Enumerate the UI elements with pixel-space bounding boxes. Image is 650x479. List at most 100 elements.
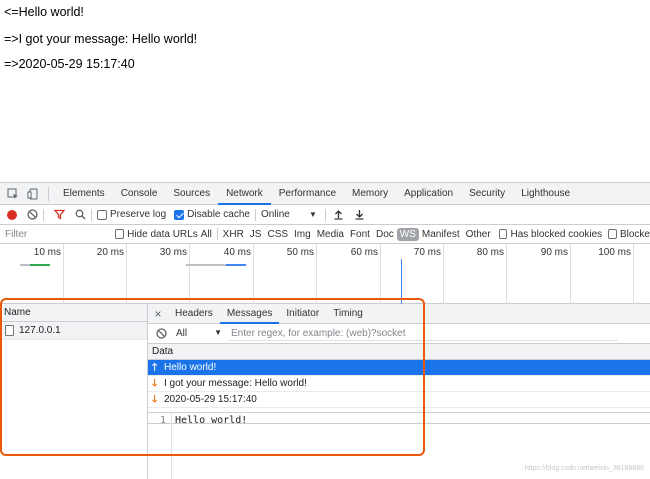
received-arrow-icon: 🡓 [152, 377, 158, 389]
blocked-requests-label: Blocke [619, 228, 650, 240]
timeline-request-waiting-bar [186, 264, 226, 266]
has-blocked-cookies-checkbox[interactable] [498, 229, 508, 239]
timeline-gridline [506, 244, 507, 304]
preview-line-number: 1 [148, 413, 172, 479]
message-row[interactable]: 🡓 I got your message: Hello world! [148, 376, 650, 392]
request-name: 127.0.0.1 [19, 325, 61, 336]
tab-timing[interactable]: Timing [326, 304, 370, 324]
filter-type-xhr[interactable]: XHR [220, 229, 247, 240]
request-detail-pane: × Headers Messages Initiator Timing All … [148, 304, 650, 479]
timeline-gridline [189, 244, 190, 304]
timeline-gridline [126, 244, 127, 304]
toolbar-divider [254, 208, 256, 221]
preserve-log-label: Preserve log [110, 209, 167, 220]
filter-type-ws[interactable]: WS [396, 227, 419, 241]
network-overview-timeline[interactable]: 10 ms 20 ms 30 ms 40 ms 50 ms 60 ms 70 m… [0, 244, 650, 304]
tabbar-divider [48, 186, 49, 201]
preview-text: Hello world! [175, 415, 248, 426]
sent-arrow-icon: 🡑 [152, 361, 158, 373]
hide-data-urls-checkbox[interactable] [115, 229, 125, 239]
filter-bar: Filter Hide data URLs All XHR JS CSS Img… [0, 225, 650, 244]
filter-type-js[interactable]: JS [247, 229, 265, 240]
request-row[interactable]: 127.0.0.1 [0, 322, 147, 340]
hide-data-urls-label: Hide data URLs [127, 228, 198, 240]
timeline-load-marker [401, 259, 402, 304]
disable-cache-checkbox[interactable] [174, 209, 185, 220]
filter-type-other[interactable]: Other [463, 229, 494, 240]
tab-headers[interactable]: Headers [168, 304, 220, 324]
timeline-label: 40 ms [223, 247, 251, 258]
disable-cache-label: Disable cache [187, 209, 250, 220]
filter-type-manifest[interactable]: Manifest [419, 229, 463, 240]
document-icon [5, 325, 14, 336]
tab-sources[interactable]: Sources [165, 183, 218, 205]
timeline-label: 100 ms [598, 247, 631, 258]
chevron-down-icon[interactable]: ▼ [309, 210, 317, 219]
watermark: https://blog.csdn.net/weixin_38188888 [524, 465, 644, 472]
filter-funnel-icon[interactable] [53, 209, 65, 221]
detail-tabbar: × Headers Messages Initiator Timing [148, 304, 650, 324]
filter-divider [216, 228, 218, 240]
timeline-label: 70 ms [413, 247, 441, 258]
chevron-down-icon: ▼ [214, 328, 222, 337]
timeline-label: 80 ms [476, 247, 504, 258]
import-har-icon[interactable] [333, 209, 345, 221]
toolbar-divider [91, 208, 92, 221]
inspect-element-icon[interactable] [6, 187, 20, 201]
tab-network[interactable]: Network [218, 183, 271, 205]
filter-type-all[interactable]: All [198, 229, 215, 240]
timeline-label: 20 ms [96, 247, 124, 258]
name-column-header[interactable]: Name [0, 304, 147, 322]
close-icon[interactable]: × [148, 307, 168, 321]
tab-security[interactable]: Security [461, 183, 513, 205]
has-blocked-cookies-label: Has blocked cookies [510, 228, 603, 240]
export-har-icon[interactable] [354, 209, 366, 221]
throttling-select[interactable]: Online [261, 209, 309, 220]
search-icon[interactable] [74, 209, 86, 221]
message-text: 2020-05-29 15:17:40 [164, 393, 257, 405]
message-text: I got your message: Hello world! [164, 377, 307, 389]
timeline-gridline [63, 244, 64, 304]
message-row[interactable]: 🡓 2020-05-29 15:17:40 [148, 392, 650, 408]
messages-filter-bar: All ▼ Enter regex, for example: (web)?so… [148, 324, 650, 344]
filter-input[interactable]: Filter [0, 229, 109, 240]
timeline-gridline [380, 244, 381, 304]
tab-initiator[interactable]: Initiator [279, 304, 326, 324]
filter-type-font[interactable]: Font [347, 229, 373, 240]
timeline-request-bar [226, 264, 246, 266]
data-column-header[interactable]: Data [148, 344, 650, 360]
timeline-label: 90 ms [540, 247, 568, 258]
received-arrow-icon: 🡓 [152, 393, 158, 405]
tab-application[interactable]: Application [396, 183, 461, 205]
clear-messages-icon[interactable] [156, 328, 167, 339]
filter-type-doc[interactable]: Doc [373, 229, 397, 240]
tab-memory[interactable]: Memory [344, 183, 396, 205]
timeline-gridline [316, 244, 317, 304]
timeline-request-bar [30, 264, 50, 266]
record-button[interactable] [7, 209, 17, 220]
device-toolbar-icon[interactable] [26, 187, 40, 201]
request-name-pane: Name 127.0.0.1 [0, 304, 148, 479]
message-type-select[interactable]: All ▼ [176, 328, 222, 339]
timeline-gridline [570, 244, 571, 304]
tab-performance[interactable]: Performance [271, 183, 344, 205]
toolbar-divider [324, 208, 326, 221]
tab-console[interactable]: Console [113, 183, 166, 205]
page-sent-line: =>I got your message: Hello world! [4, 32, 198, 46]
blocked-requests-checkbox[interactable] [608, 229, 617, 239]
filter-type-media[interactable]: Media [314, 229, 347, 240]
message-text: Hello world! [164, 361, 217, 373]
filter-type-css[interactable]: CSS [264, 229, 291, 240]
page-timestamp-line: =>2020-05-29 15:17:40 [4, 57, 135, 71]
message-row[interactable]: 🡑 Hello world! [148, 360, 650, 376]
timeline-request-waiting-bar [20, 264, 30, 266]
preserve-log-checkbox[interactable] [97, 209, 107, 220]
tab-messages[interactable]: Messages [219, 304, 280, 324]
filter-type-img[interactable]: Img [291, 229, 314, 240]
regex-filter-input[interactable]: Enter regex, for example: (web)?socket [228, 326, 618, 341]
tab-elements[interactable]: Elements [55, 183, 113, 205]
timeline-label: 50 ms [286, 247, 314, 258]
tab-lighthouse[interactable]: Lighthouse [513, 183, 578, 205]
timeline-gridline [633, 244, 634, 304]
clear-icon[interactable] [26, 209, 38, 221]
